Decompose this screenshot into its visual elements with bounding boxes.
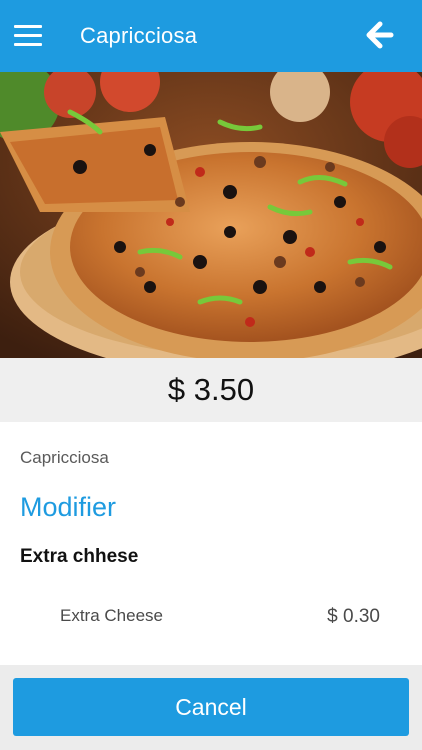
back-arrow-icon[interactable]	[364, 20, 394, 50]
modifier-option-price: $ 0.30	[327, 606, 380, 627]
modifier-option-label: Extra Cheese	[60, 606, 163, 625]
footer-bar: Cancel	[0, 665, 422, 750]
page-title: Capricciosa	[80, 23, 198, 48]
modifier-group-title: Extra chhese	[20, 546, 139, 567]
modifier-section-title: Modifier	[20, 492, 117, 522]
details-panel: Capricciosa Modifier Extra chhese Extra …	[0, 422, 422, 665]
modifier-option-row[interactable]: Extra Cheese $ 0.30	[60, 606, 380, 630]
hamburger-menu-icon[interactable]	[14, 24, 42, 46]
cancel-button[interactable]: Cancel	[13, 678, 409, 736]
pizza-image	[0, 72, 422, 358]
item-name: Capricciosa	[20, 448, 109, 467]
app-bar: Capricciosa	[0, 0, 422, 72]
price-display: $ 3.50	[0, 358, 422, 422]
